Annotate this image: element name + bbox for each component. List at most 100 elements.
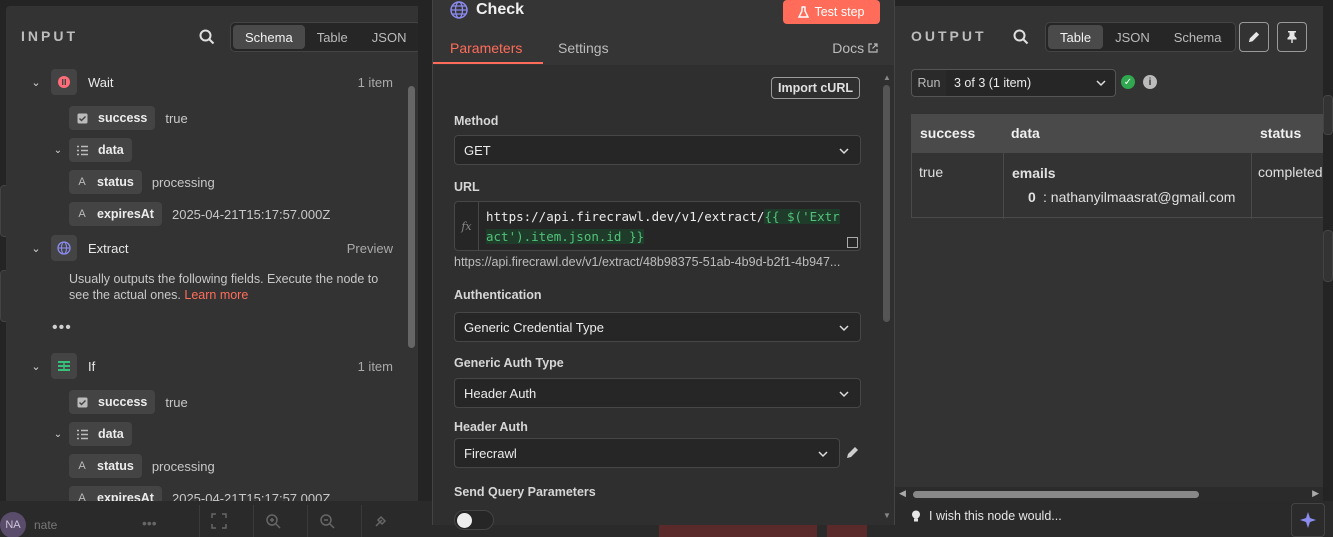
field-pill[interactable]: data [69, 138, 132, 162]
scroll-down-icon[interactable]: ▼ [883, 511, 891, 520]
send-query-label: Send Query Parameters [454, 485, 596, 499]
string-type-icon: A [78, 208, 86, 220]
input-view-table[interactable]: Table [305, 25, 360, 49]
field-key: status [97, 459, 134, 473]
schema-field[interactable]: A status processing [69, 169, 215, 195]
user-menu[interactable]: NA nate [0, 511, 57, 537]
zoom-out-icon [319, 514, 335, 529]
field-pill[interactable]: success [69, 106, 156, 130]
chevron-down-icon[interactable]: ⌄ [51, 429, 65, 440]
generic-auth-type-select[interactable]: Header Auth [454, 378, 861, 408]
field-pill[interactable]: data [69, 422, 132, 446]
tidy-up-button[interactable] [361, 505, 399, 537]
node-feedback-bar[interactable]: I wish this node would... [895, 501, 1293, 531]
field-pill[interactable]: A status [69, 170, 142, 194]
external-link-icon [868, 43, 878, 53]
canvas-side-tab [1323, 95, 1333, 135]
chevron-down-icon[interactable]: ⌄ [51, 145, 65, 156]
node-title[interactable]: Check [476, 1, 524, 19]
url-input[interactable]: fx https://api.firecrawl.dev/v1/extract/… [454, 201, 861, 251]
schema-node-name: If [88, 358, 96, 374]
schema-field[interactable]: ⌄ data [51, 421, 132, 447]
schema-field[interactable]: ⌄ data [51, 137, 132, 163]
column-divider [1003, 153, 1004, 219]
docs-label: Docs [832, 40, 865, 56]
tab-settings[interactable]: Settings [558, 40, 609, 56]
output-view-schema[interactable]: Schema [1162, 25, 1234, 49]
send-query-toggle[interactable] [454, 510, 494, 530]
schema-field[interactable]: A expiresAt 2025-04-21T15:17:57.000Z [69, 201, 330, 227]
column-divider [1251, 153, 1252, 219]
column-header: success [920, 125, 976, 141]
item-count: 1 item [357, 74, 393, 90]
input-panel-title: INPUT [21, 28, 78, 44]
more-fields-icon[interactable]: ••• [52, 319, 72, 337]
active-tab-indicator [433, 62, 543, 64]
schema-field[interactable]: success true [69, 105, 188, 131]
input-view-schema[interactable]: Schema [233, 25, 305, 49]
scroll-right-icon[interactable]: ▶ [1312, 488, 1319, 499]
scrollbar-thumb[interactable] [913, 491, 1199, 498]
generic-auth-type-label: Generic Auth Type [454, 356, 564, 370]
zoom-in-button[interactable] [253, 505, 291, 537]
field-key: status [97, 175, 134, 189]
feedback-text: I wish this node would... [929, 509, 1062, 523]
schema-field[interactable]: A status processing [69, 453, 215, 479]
schema-field[interactable]: success true [69, 389, 188, 415]
tab-parameters[interactable]: Parameters [450, 40, 522, 56]
form-scrollbar[interactable] [883, 85, 890, 322]
output-search-button[interactable] [1010, 26, 1032, 48]
column-header: status [1260, 125, 1302, 141]
fit-view-icon [210, 513, 227, 529]
chevron-down-icon [839, 148, 849, 155]
output-horizontal-scrollbar[interactable]: ◀ ▶ [895, 487, 1323, 501]
edit-credential-icon[interactable] [845, 445, 860, 460]
user-more-icon[interactable]: ••• [142, 515, 157, 531]
field-pill[interactable]: A expiresAt [69, 202, 162, 226]
method-value: GET [464, 142, 491, 158]
run-select[interactable]: 3 of 3 (1 item) [946, 69, 1116, 97]
chevron-down-icon[interactable]: ⌄ [29, 76, 43, 89]
field-pill[interactable]: success [69, 390, 156, 414]
node-parameters-panel: Check Test step Parameters Settings Docs… [432, 0, 895, 530]
field-value: processing [151, 174, 215, 190]
run-value: 3 of 3 (1 item) [954, 76, 1032, 90]
method-select[interactable]: GET [454, 135, 861, 165]
chevron-down-icon[interactable]: ⌄ [29, 360, 43, 373]
output-view-switcher: Table JSON Schema [1045, 22, 1237, 52]
learn-more-link[interactable]: Learn more [184, 288, 248, 302]
output-panel: OUTPUT Table JSON Schema Run 3 of 3 (1 i… [895, 6, 1323, 501]
pin-data-button[interactable] [1277, 22, 1307, 52]
input-search-button[interactable] [196, 26, 218, 48]
fit-view-button[interactable] [199, 505, 237, 537]
authentication-select[interactable]: Generic Credential Type [454, 312, 861, 342]
import-curl-button[interactable]: Import cURL [771, 77, 860, 99]
field-pill[interactable]: A expiresAt [69, 486, 162, 501]
chevron-down-icon[interactable]: ⌄ [29, 242, 43, 255]
scroll-left-icon[interactable]: ◀ [899, 488, 906, 499]
url-value[interactable]: https://api.firecrawl.dev/v1/extract/{{ … [486, 207, 846, 247]
globe-icon [450, 1, 468, 19]
header-auth-select[interactable]: Firecrawl [454, 438, 840, 468]
info-icon[interactable]: i [1143, 75, 1157, 89]
docs-link[interactable]: Docs [832, 40, 878, 56]
schema-node-wait[interactable]: ⌄ Wait 1 item [29, 69, 409, 95]
test-step-button[interactable]: Test step [783, 0, 880, 24]
output-view-json[interactable]: JSON [1103, 25, 1162, 49]
ai-assistant-button[interactable] [1291, 503, 1325, 537]
schema-node-extract[interactable]: ⌄ Extract Preview [29, 235, 409, 261]
field-pill[interactable]: A status [69, 454, 142, 478]
edit-output-button[interactable] [1239, 22, 1269, 52]
field-key: data [98, 427, 124, 441]
scroll-up-icon[interactable]: ▲ [883, 73, 891, 82]
zoom-out-button[interactable] [307, 505, 345, 537]
sparkle-icon [1300, 512, 1316, 528]
schema-node-if[interactable]: ⌄ If 1 item [29, 353, 409, 379]
output-view-table[interactable]: Table [1048, 25, 1104, 49]
method-label: Method [454, 114, 499, 128]
input-view-json[interactable]: JSON [360, 25, 418, 49]
input-scrollbar[interactable] [408, 86, 415, 348]
string-type-icon: A [78, 176, 86, 188]
schema-field[interactable]: A expiresAt 2025-04-21T15:17:57.000Z [69, 485, 330, 501]
expand-editor-icon[interactable] [847, 237, 858, 248]
